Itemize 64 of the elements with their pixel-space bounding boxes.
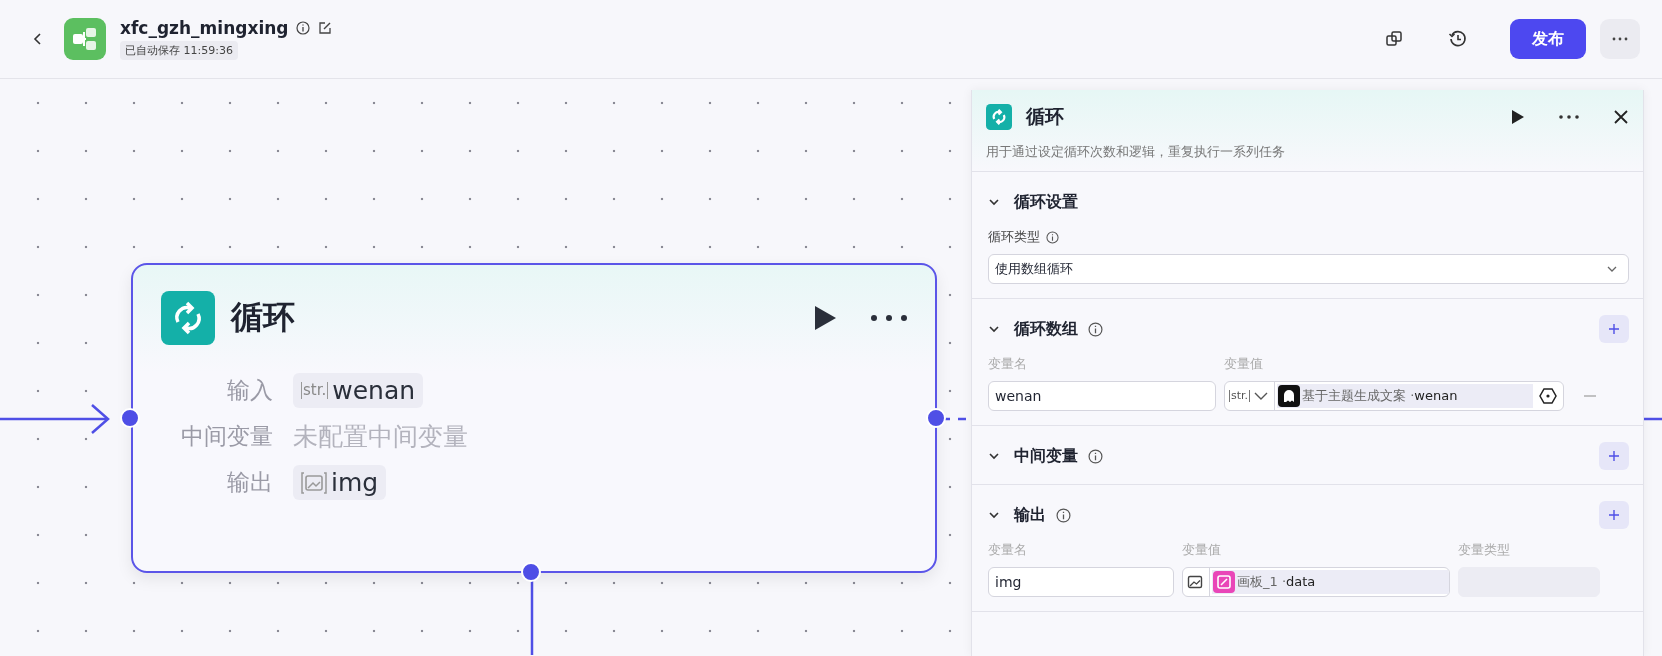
drawing-board-icon xyxy=(1213,571,1235,593)
section-title: 循环设置 xyxy=(1014,191,1078,213)
add-button[interactable] xyxy=(1599,315,1629,343)
app-logo-icon xyxy=(64,18,106,60)
name-field[interactable]: img xyxy=(988,567,1174,597)
plus-icon[interactable] xyxy=(1608,450,1620,462)
info-icon[interactable] xyxy=(1046,230,1059,244)
info-icon[interactable] xyxy=(1088,448,1103,464)
column-header: 变量类型 xyxy=(1458,541,1511,559)
close-icon[interactable] xyxy=(1613,109,1629,125)
value-field[interactable]: str. 基于主题生成文案 ·wenan xyxy=(1224,381,1564,411)
loop-icon xyxy=(986,104,1012,130)
publish-button[interactable]: 发布 xyxy=(1510,19,1586,59)
column-header: 变量值 xyxy=(1224,355,1264,373)
empty-hint: 未配置中间变量 xyxy=(293,421,468,453)
loop-node[interactable]: 循环 输入 str. wenan 中间变量 未配置中间变量 输出 img xyxy=(131,263,937,573)
info-icon[interactable] xyxy=(1088,321,1103,337)
column-header: 变量值 xyxy=(1182,541,1222,559)
row-label: 输出 xyxy=(227,468,273,497)
column-header: 变量名 xyxy=(988,541,1028,559)
variable-reference: 画板_1 ·data xyxy=(1237,573,1316,591)
chevron-icon[interactable] xyxy=(988,450,1000,462)
input-port[interactable] xyxy=(120,408,140,428)
add-button[interactable] xyxy=(1599,501,1629,529)
chevron-icon[interactable] xyxy=(988,196,1000,208)
more-icon[interactable] xyxy=(1559,115,1579,119)
plus-icon[interactable] xyxy=(1608,509,1620,521)
section-title: 循环数组 xyxy=(1014,318,1078,340)
output-port[interactable] xyxy=(521,562,541,582)
more-icon[interactable] xyxy=(871,315,907,321)
panel-title: 循环 xyxy=(1026,104,1064,129)
panel-description: 用于通过设定循环次数和逻辑，重复执行一系列任务 xyxy=(986,143,1286,161)
play-icon[interactable] xyxy=(813,305,837,331)
play-icon[interactable] xyxy=(1511,109,1525,125)
info-icon[interactable] xyxy=(296,21,311,35)
workflow-title: xfc_gzh_mingxing xyxy=(120,18,289,38)
row-label: 输入 xyxy=(227,376,273,405)
value-field[interactable]: 画板_1 ·data xyxy=(1182,567,1450,597)
autosave-status: 已自动保存 11:59:36 xyxy=(120,41,238,60)
outgoing-edge xyxy=(1642,417,1662,421)
loop-type-select[interactable]: 使用数组循环 xyxy=(988,254,1629,284)
output-port[interactable] xyxy=(926,408,946,428)
node-title: 循环 xyxy=(231,297,295,338)
chevron-icon[interactable] xyxy=(988,509,1000,521)
column-header: 变量名 xyxy=(988,355,1028,373)
chevron-icon[interactable] xyxy=(988,323,1000,335)
chevron-icon[interactable] xyxy=(1254,391,1269,401)
ghost-icon xyxy=(1278,385,1301,407)
image-icon xyxy=(301,470,327,495)
add-button[interactable] xyxy=(1599,442,1629,470)
type-selector[interactable]: str. xyxy=(1225,382,1276,410)
variable-tag: img xyxy=(293,465,387,500)
hexagon-icon[interactable] xyxy=(1539,387,1557,405)
field-label: 循环类型 xyxy=(988,228,1040,246)
info-icon[interactable] xyxy=(1056,507,1071,523)
loop-icon xyxy=(161,291,215,345)
plus-icon[interactable] xyxy=(1608,323,1620,335)
section-title: 输出 xyxy=(1014,504,1046,526)
row-label: 中间变量 xyxy=(181,422,273,451)
name-field[interactable]: wenan xyxy=(988,381,1216,411)
section-title: 中间变量 xyxy=(1014,445,1078,467)
edit-icon[interactable] xyxy=(318,21,333,35)
variable-reference: 基于主题生成文案 ·wenan xyxy=(1302,387,1458,405)
variable-tag: str. wenan xyxy=(293,373,424,408)
